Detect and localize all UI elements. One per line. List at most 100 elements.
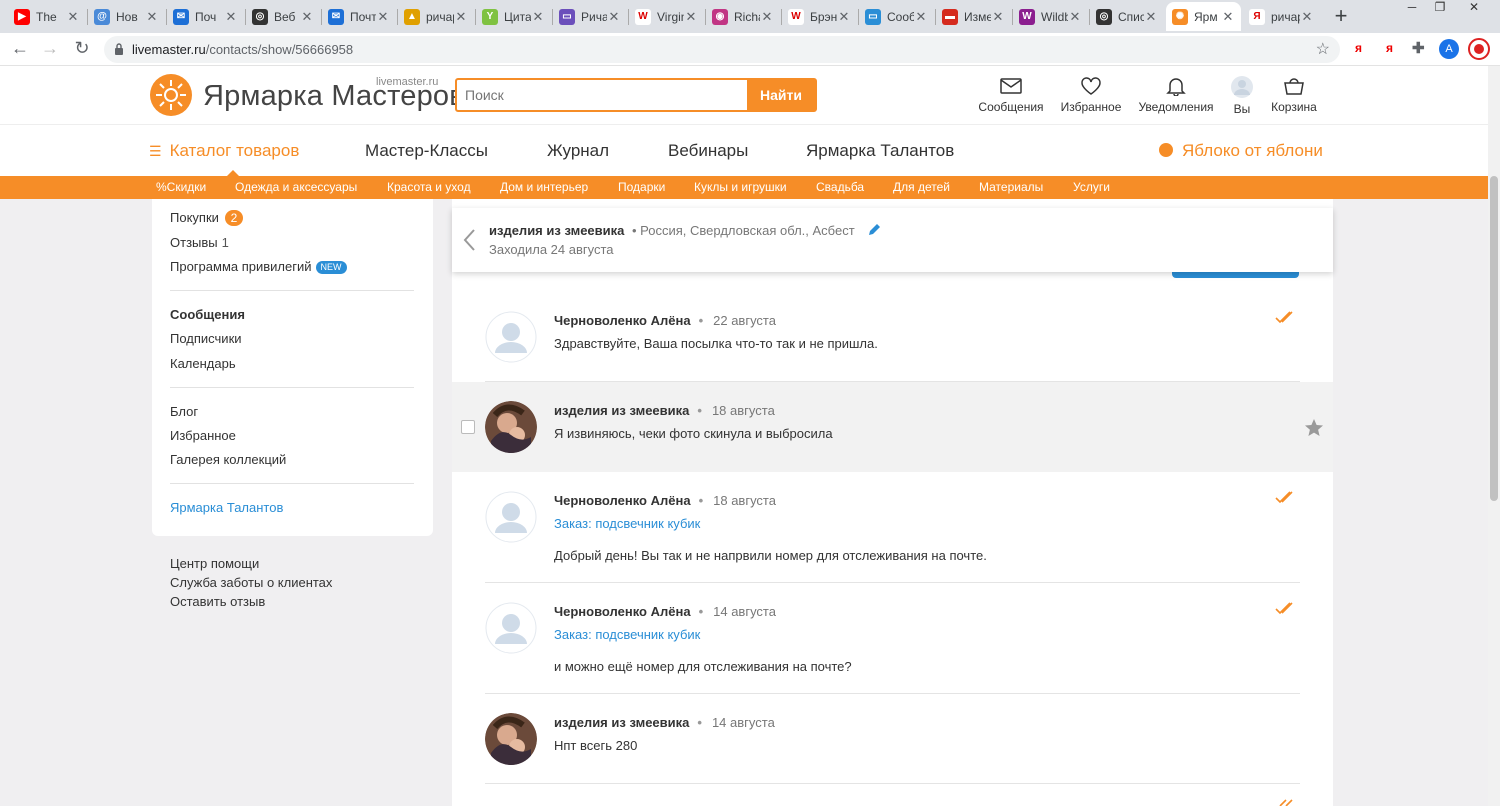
sidebar-item-messages[interactable]: Сообщения — [170, 307, 245, 322]
select-checkbox[interactable] — [461, 420, 475, 434]
browser-tab[interactable]: W Брэнсо✕ — [782, 2, 857, 31]
message-item[interactable]: Черноволенко Алёна • 18 августа Заказ: под… — [452, 472, 1333, 583]
logo-title[interactable]: Ярмарка Мастеров — [203, 80, 465, 113]
header-cart[interactable]: Корзина — [1270, 76, 1318, 114]
logo-sun-icon[interactable] — [150, 74, 192, 116]
message-author[interactable]: Черноволенко Алёна • 14 августа — [554, 604, 776, 619]
tab-close-icon[interactable]: ✕ — [300, 9, 314, 25]
message-author[interactable]: изделия из змеевика • 14 августа — [554, 715, 775, 730]
sidebar-item-privileges[interactable]: Программа привилегий NEW — [170, 259, 347, 275]
message-item[interactable] — [452, 784, 1333, 806]
close-window-button[interactable]: ✕ — [1460, 0, 1488, 20]
nav-journal[interactable]: Журнал — [547, 141, 609, 161]
tab-close-icon[interactable]: ✕ — [760, 9, 774, 25]
extensions-puzzle-icon[interactable]: ✚ — [1412, 39, 1425, 57]
browser-tab[interactable]: ✺ Ярм ✕ — [1166, 2, 1241, 31]
category-link[interactable]: Подарки — [618, 180, 665, 194]
sidebar-item-talents[interactable]: Ярмарка Талантов — [170, 500, 283, 515]
search-input[interactable] — [457, 80, 749, 110]
browser-tab[interactable]: W Wildber✕ — [1013, 2, 1088, 31]
browser-tab[interactable]: ▭ Ричард✕ — [553, 2, 627, 31]
message-author[interactable]: изделия из змеевика • 18 августа — [554, 403, 775, 418]
browser-tab[interactable]: ◎ Список✕ — [1090, 2, 1164, 31]
action-button-edge[interactable] — [1172, 272, 1299, 278]
header-profile[interactable]: Вы — [1228, 76, 1256, 116]
header-messages[interactable]: Сообщения — [978, 76, 1044, 114]
star-icon[interactable] — [1304, 418, 1324, 437]
category-link[interactable]: Дом и интерьер — [500, 180, 588, 194]
message-item[interactable]: изделия из змеевика • 18 августа Я извиняю… — [452, 382, 1333, 472]
sidebar-item-blog[interactable]: Блог — [170, 404, 198, 419]
tab-close-icon[interactable]: ✕ — [684, 9, 698, 25]
browser-tab[interactable]: ▬ Измене✕ — [936, 2, 1011, 31]
browser-tab[interactable]: W Virgin G✕ — [629, 2, 704, 31]
message-author[interactable]: Черноволенко Алёна • 18 августа — [554, 493, 776, 508]
leave-feedback-link[interactable]: Оставить отзыв — [170, 594, 265, 609]
nav-talents[interactable]: Ярмарка Талантов — [806, 141, 954, 161]
nav-master-classes[interactable]: Мастер-Классы — [365, 141, 488, 161]
tab-close-icon[interactable]: ✕ — [1221, 9, 1235, 25]
browser-tab[interactable]: @ Нов ✕ — [88, 2, 165, 31]
message-author[interactable]: Черноволенко Алёна • 22 августа — [554, 313, 776, 328]
customer-care-link[interactable]: Служба заботы о клиентах — [170, 575, 332, 590]
message-item[interactable]: Черноволенко Алёна • 14 августа Заказ: под… — [452, 583, 1333, 694]
tab-close-icon[interactable]: ✕ — [224, 9, 238, 25]
extension-record-icon[interactable] — [1468, 38, 1490, 60]
minimize-button[interactable]: ─ — [1398, 0, 1426, 20]
order-link[interactable]: Заказ: подсвечник кубик — [554, 516, 700, 531]
category-link[interactable]: Красота и уход — [387, 180, 471, 194]
catalog-menu[interactable]: ☰ Каталог товаров — [149, 141, 299, 161]
browser-tab[interactable]: ✉ Почта✕ — [322, 2, 396, 31]
chat-contact-name[interactable]: изделия из змеевика — [489, 223, 624, 238]
sidebar-item-calendar[interactable]: Календарь — [170, 356, 236, 371]
message-item[interactable]: изделия из змеевика • 14 августа Нпт всегь… — [452, 694, 1333, 784]
new-tab-button[interactable]: + — [1328, 4, 1354, 30]
profile-avatar[interactable]: A — [1439, 39, 1459, 59]
message-item[interactable]: Черноволенко Алёна • 22 августа Здравствуй… — [452, 293, 1333, 382]
help-center-link[interactable]: Центр помощи — [170, 556, 259, 571]
page-scrollbar[interactable] — [1488, 66, 1500, 806]
browser-tab[interactable]: Яричард✕ — [1243, 2, 1320, 31]
pencil-icon[interactable] — [867, 223, 881, 237]
browser-tab[interactable]: ◉ Richard✕ — [706, 2, 780, 31]
tab-close-icon[interactable]: ✕ — [66, 9, 80, 25]
sidebar-item-subscribers[interactable]: Подписчики — [170, 331, 242, 346]
bookmark-star-icon[interactable]: ☆ — [1316, 39, 1330, 59]
header-favorites[interactable]: Избранное — [1060, 76, 1122, 114]
address-bar[interactable]: livemaster.ru/contacts/show/56666958 ☆ — [104, 36, 1340, 63]
sidebar-item-favorites[interactable]: Избранное — [170, 428, 236, 443]
category-link[interactable]: Для детей — [893, 180, 950, 194]
sidebar-item-gallery[interactable]: Галерея коллекций — [170, 452, 286, 467]
back-chevron-icon[interactable] — [462, 228, 478, 252]
tab-close-icon[interactable]: ✕ — [376, 9, 390, 25]
sidebar-item-reviews[interactable]: Отзывы 1 — [170, 235, 229, 250]
tab-close-icon[interactable]: ✕ — [991, 9, 1005, 25]
tab-close-icon[interactable]: ✕ — [1300, 9, 1314, 25]
browser-tab[interactable]: ▭ Сообщ✕ — [859, 2, 934, 31]
tab-close-icon[interactable]: ✕ — [1144, 9, 1158, 25]
tab-close-icon[interactable]: ✕ — [837, 9, 851, 25]
tab-close-icon[interactable]: ✕ — [145, 9, 159, 25]
forward-arrow-icon[interactable]: → — [39, 38, 61, 59]
tab-close-icon[interactable]: ✕ — [531, 9, 545, 25]
browser-tab[interactable]: ▶ The ✕ — [8, 2, 86, 31]
reload-icon[interactable]: ↻ — [71, 38, 93, 59]
header-notifications[interactable]: Уведомления — [1138, 76, 1214, 114]
category-link[interactable]: Одежда и аксессуары — [235, 180, 357, 194]
browser-tab[interactable]: ◎ Веб ✕ — [246, 2, 320, 31]
browser-tab[interactable]: ✉ Поч ✕ — [167, 2, 244, 31]
sidebar-item-purchases[interactable]: Покупки 2 — [170, 210, 243, 226]
maximize-button[interactable]: ❐ — [1426, 0, 1454, 20]
category-link[interactable]: Куклы и игрушки — [694, 180, 787, 194]
tab-close-icon[interactable]: ✕ — [607, 9, 621, 25]
order-link[interactable]: Заказ: подсвечник кубик — [554, 627, 700, 642]
nav-webinars[interactable]: Вебинары — [668, 141, 748, 161]
browser-tab[interactable]: ▲ ричард✕ — [398, 2, 474, 31]
category-link[interactable]: Свадьба — [816, 180, 864, 194]
search-button[interactable]: Найти — [747, 80, 815, 110]
tab-close-icon[interactable]: ✕ — [454, 9, 468, 25]
category-link[interactable]: %Скидки — [156, 180, 206, 194]
nav-promo[interactable]: Яблоко от яблони — [1159, 141, 1323, 161]
category-link[interactable]: Услуги — [1073, 180, 1110, 194]
scrollbar-thumb[interactable] — [1490, 176, 1498, 501]
